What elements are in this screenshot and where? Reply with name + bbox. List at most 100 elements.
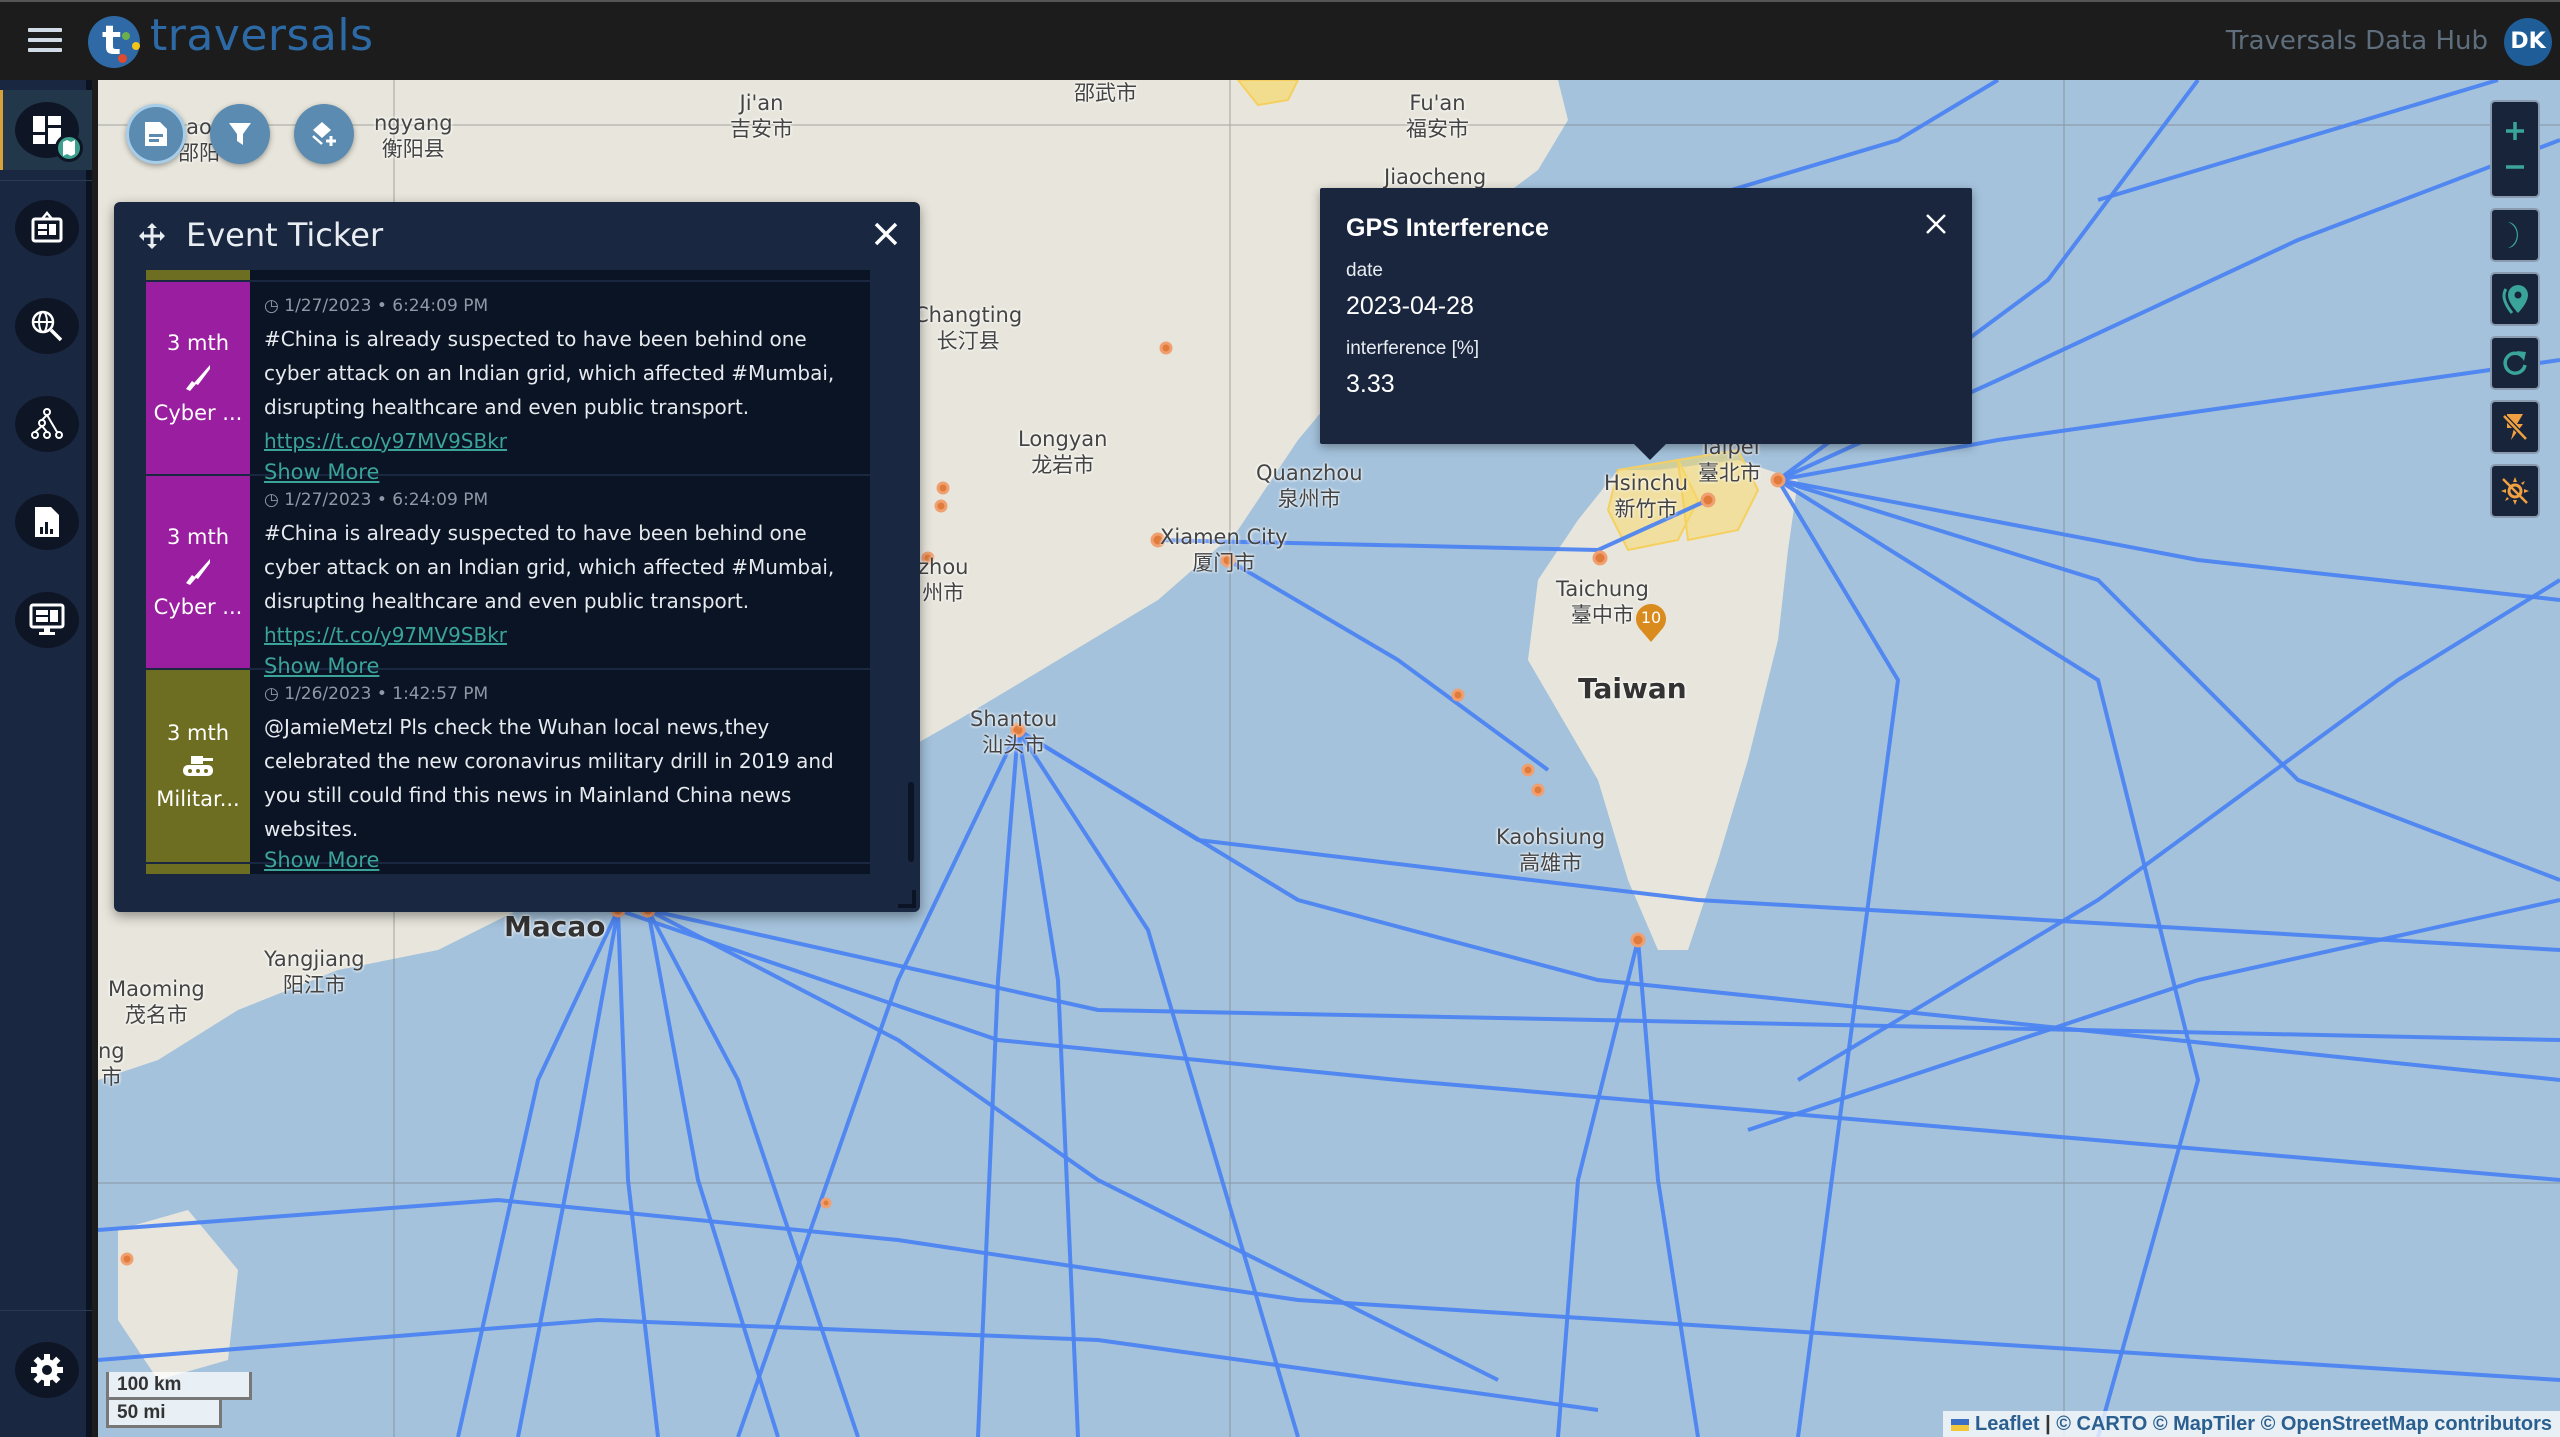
event-item[interactable]: 3 mth Militar... ◷ 1/26/2023 • 1:42:57 P… xyxy=(146,670,870,872)
map-attribution: Leaflet | © CARTO © MapTiler © OpenStree… xyxy=(1943,1411,2560,1437)
resize-handle[interactable] xyxy=(898,890,916,908)
popup-field-label: date xyxy=(1346,260,1383,281)
leaflet-link[interactable]: Leaflet xyxy=(1975,1413,2039,1435)
globe-search-icon xyxy=(31,310,63,342)
monitor-dashboard-icon xyxy=(29,603,65,635)
dark-mode-button[interactable] xyxy=(2490,208,2540,262)
locations-button[interactable] xyxy=(2490,272,2540,326)
disable-events-button[interactable] xyxy=(2490,400,2540,454)
clock-icon: ◷ xyxy=(264,296,285,316)
close-icon[interactable] xyxy=(1924,212,1948,236)
gear-icon xyxy=(31,1354,63,1386)
move-icon[interactable] xyxy=(138,222,166,250)
map-label: Maoming 茂名市 xyxy=(108,977,205,1027)
event-age: 3 mth xyxy=(166,721,230,745)
map-label: Macao xyxy=(504,910,606,943)
event-age: 3 mth xyxy=(166,525,230,549)
map-label: Kaohsiung 高雄市 xyxy=(1496,825,1606,875)
sidebar-item-settings[interactable] xyxy=(15,1342,79,1398)
moon-icon xyxy=(2508,222,2518,248)
event-ticker-title: Event Ticker xyxy=(186,216,384,254)
map-label: Yangjiang 阳江市 xyxy=(264,947,365,997)
tank-icon xyxy=(183,756,213,776)
sidebar-item-board[interactable] xyxy=(15,200,79,256)
menu-icon[interactable] xyxy=(28,28,62,54)
scale-imperial: 50 mi xyxy=(106,1400,222,1428)
event-category-tag: 3 mth Cyber ... xyxy=(146,476,250,668)
knife-icon xyxy=(186,365,210,391)
map-label: ng 市 xyxy=(98,1039,125,1089)
brand-name: traversals xyxy=(150,10,374,61)
map-label: Changting 长汀县 xyxy=(914,303,1023,353)
disable-weather-button[interactable] xyxy=(2490,464,2540,518)
map-label: Quanzhou 泉州市 xyxy=(1256,461,1363,511)
popup-title: GPS Interference xyxy=(1346,214,1549,242)
map-icon xyxy=(55,134,83,162)
event-category-tag: 3 mth Cyber ... xyxy=(146,282,250,474)
event-text: @JamieMetzl Pls check the Wuhan local ne… xyxy=(264,715,834,841)
map-pin-icon xyxy=(2502,285,2528,314)
presentation-board-icon xyxy=(31,211,63,243)
knife-icon xyxy=(186,559,210,585)
user-avatar[interactable]: DK xyxy=(2504,18,2552,66)
hierarchy-icon xyxy=(31,408,63,439)
map-label: Hsinchu 新竹市 xyxy=(1604,471,1689,521)
attribution-sources[interactable]: © CARTO © MapTiler © OpenStreetMap contr… xyxy=(2056,1413,2552,1435)
sidebar-item-monitor[interactable] xyxy=(15,592,79,648)
popup-field-value: 3.33 xyxy=(1346,370,1395,398)
add-layer-button[interactable] xyxy=(294,104,354,164)
event-link[interactable]: https://t.co/y97MV9SBkr xyxy=(264,429,507,453)
map-label: Jiaocheng xyxy=(1384,165,1487,189)
sidebar-item-dashboard-map[interactable] xyxy=(15,102,83,162)
event-item-partial xyxy=(146,864,870,874)
event-timestamp: 1/26/2023 • 1:42:57 PM xyxy=(284,684,489,704)
event-category: Cyber ... xyxy=(153,401,243,425)
event-list[interactable]: 3 mth Cyber ... ◷ 1/27/2023 • 6:24:09 PM… xyxy=(146,270,870,874)
gps-interference-popup: GPS Interference date 2023-04-28 interfe… xyxy=(1320,188,1972,460)
map-label: zhou 州市 xyxy=(918,555,969,605)
map-label: Ji'an 吉安市 xyxy=(730,91,793,141)
filter-button[interactable] xyxy=(210,104,270,164)
close-icon[interactable] xyxy=(870,218,902,250)
event-category-tag: 3 mth Militar... xyxy=(146,670,250,862)
event-list-scrollbar[interactable] xyxy=(908,782,914,862)
map-label: 邵武市 xyxy=(1074,81,1137,105)
event-item-partial xyxy=(146,270,870,282)
scale-metric: 100 km xyxy=(106,1372,252,1400)
popup-field-label: interference [%] xyxy=(1346,338,1480,359)
event-timestamp: 1/27/2023 • 6:24:09 PM xyxy=(284,490,489,510)
map-label: Taiwan xyxy=(1578,672,1687,705)
ukraine-flag-icon xyxy=(1951,1419,1970,1431)
document-icon xyxy=(145,122,167,146)
event-item[interactable]: 3 mth Cyber ... ◷ 1/27/2023 • 6:24:09 PM… xyxy=(146,282,870,484)
sidebar-item-report[interactable] xyxy=(15,494,79,550)
event-text: #China is already suspected to have been… xyxy=(264,327,835,419)
sidebar-item-network[interactable] xyxy=(15,396,79,452)
sidebar-item-web-search[interactable] xyxy=(15,298,79,354)
minus-icon[interactable] xyxy=(2504,156,2526,178)
cluster-marker[interactable]: 10 xyxy=(1634,602,1668,642)
map-label: Xiamen City 厦门市 xyxy=(1160,525,1288,575)
file-chart-icon xyxy=(35,507,59,537)
event-text: #China is already suspected to have been… xyxy=(264,521,835,613)
plus-icon[interactable] xyxy=(2504,120,2526,142)
layer-plus-icon xyxy=(312,122,336,146)
event-item[interactable]: 3 mth Cyber ... ◷ 1/27/2023 • 6:24:09 PM… xyxy=(146,476,870,678)
notes-button[interactable] xyxy=(126,104,186,164)
traversals-logo: t xyxy=(88,16,140,68)
map-label: ngyang 衡阳县 xyxy=(374,111,453,161)
refresh-icon xyxy=(2503,351,2527,375)
cluster-count: 10 xyxy=(1640,608,1662,627)
filter-icon xyxy=(229,123,251,145)
map-label: Fu'an 福安市 xyxy=(1406,91,1469,141)
map-label: Longyan 龙岩市 xyxy=(1018,427,1108,477)
event-timestamp: 1/27/2023 • 6:24:09 PM xyxy=(284,296,489,316)
clock-icon: ◷ xyxy=(264,490,285,510)
event-age: 3 mth xyxy=(166,331,230,355)
refresh-button[interactable] xyxy=(2490,336,2540,390)
flash-off-icon xyxy=(2502,414,2528,441)
event-ticker-header[interactable]: Event Ticker xyxy=(114,202,920,268)
event-link[interactable]: https://t.co/y97MV9SBkr xyxy=(264,623,507,647)
hub-title: Traversals Data Hub xyxy=(2225,26,2488,56)
popup-field-value: 2023-04-28 xyxy=(1346,292,1474,320)
